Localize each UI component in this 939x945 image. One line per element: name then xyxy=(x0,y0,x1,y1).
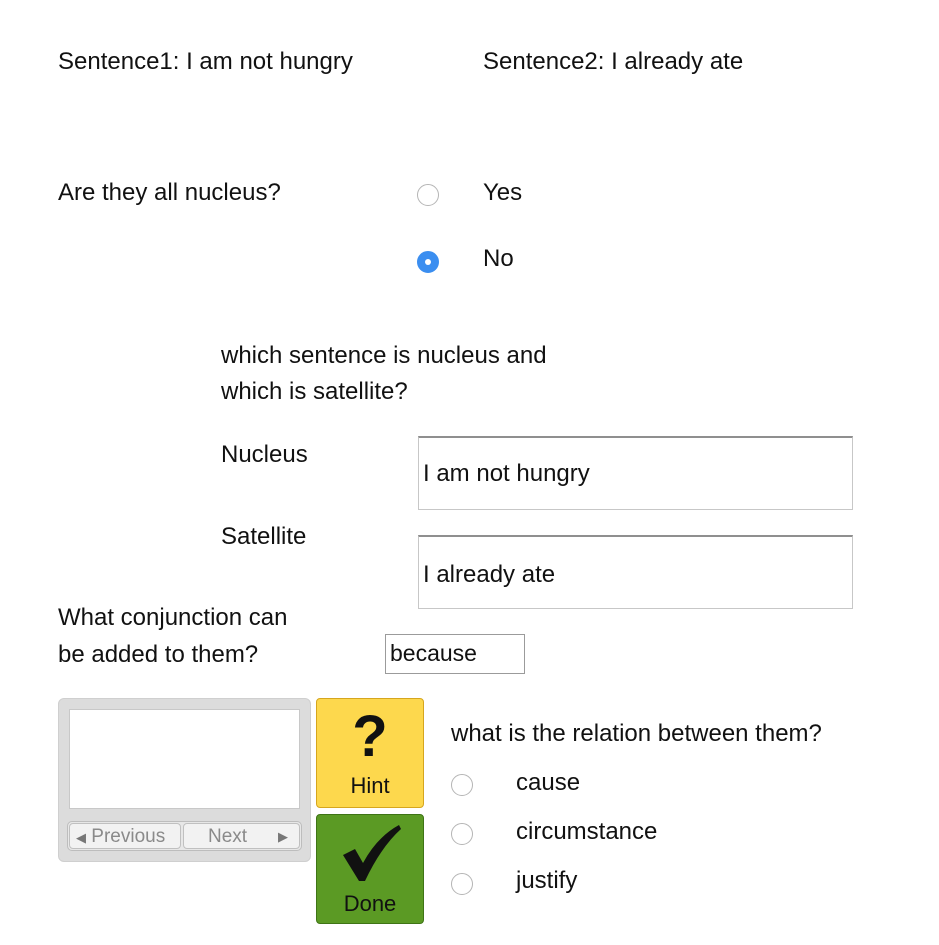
nucleus-label: Nucleus xyxy=(221,441,308,468)
radio-circumstance[interactable] xyxy=(451,823,473,845)
hint-panel: ◀ Previous Next ▶ xyxy=(58,698,311,862)
previous-arrow-icon: ◀ xyxy=(76,830,86,845)
previous-label: Previous xyxy=(91,826,166,847)
conjunction-input[interactable]: because xyxy=(385,634,525,674)
next-button[interactable]: Next ▶ xyxy=(183,823,300,849)
conjunction-question-line1: What conjunction can xyxy=(58,604,288,631)
navigation-bar: ◀ Previous Next ▶ xyxy=(67,821,302,851)
radio-yes[interactable] xyxy=(417,184,439,206)
question-mark-icon: ? xyxy=(352,704,388,769)
radio-no[interactable] xyxy=(417,251,439,273)
which-question-line2: which is satellite? xyxy=(221,378,408,405)
which-question-line1: which sentence is nucleus and xyxy=(221,342,547,369)
hint-label: Hint xyxy=(350,773,390,798)
option-circumstance-label: circumstance xyxy=(516,818,658,845)
satellite-label: Satellite xyxy=(221,523,307,550)
next-arrow-icon: ▶ xyxy=(278,829,288,844)
conjunction-question-line2: be added to them? xyxy=(58,641,259,668)
sentence-1: Sentence1: I am not hungry xyxy=(58,48,353,75)
nucleus-question: Are they all nucleus? xyxy=(58,179,281,206)
nucleus-input-value: I am not hungry xyxy=(423,460,590,487)
nucleus-input[interactable]: I am not hungry xyxy=(418,436,853,510)
radio-justify[interactable] xyxy=(451,873,473,895)
previous-button[interactable]: ◀ Previous xyxy=(69,823,181,849)
option-no-label: No xyxy=(483,245,514,272)
hint-button[interactable]: ? Hint xyxy=(316,698,424,808)
satellite-input-value: I already ate xyxy=(423,561,556,588)
conjunction-input-value: because xyxy=(390,640,477,666)
sentence-2: Sentence2: I already ate xyxy=(483,48,744,75)
next-label: Next xyxy=(208,826,248,847)
satellite-input[interactable]: I already ate xyxy=(418,535,853,609)
option-yes-label: Yes xyxy=(483,179,523,206)
done-button[interactable]: Done xyxy=(316,814,424,924)
done-label: Done xyxy=(343,891,397,916)
option-justify-label: justify xyxy=(516,867,578,894)
checkmark-icon xyxy=(343,825,401,881)
relation-question: what is the relation between them? xyxy=(451,720,822,747)
radio-cause[interactable] xyxy=(451,774,473,796)
option-cause-label: cause xyxy=(516,769,581,796)
hint-display-area xyxy=(69,709,300,809)
